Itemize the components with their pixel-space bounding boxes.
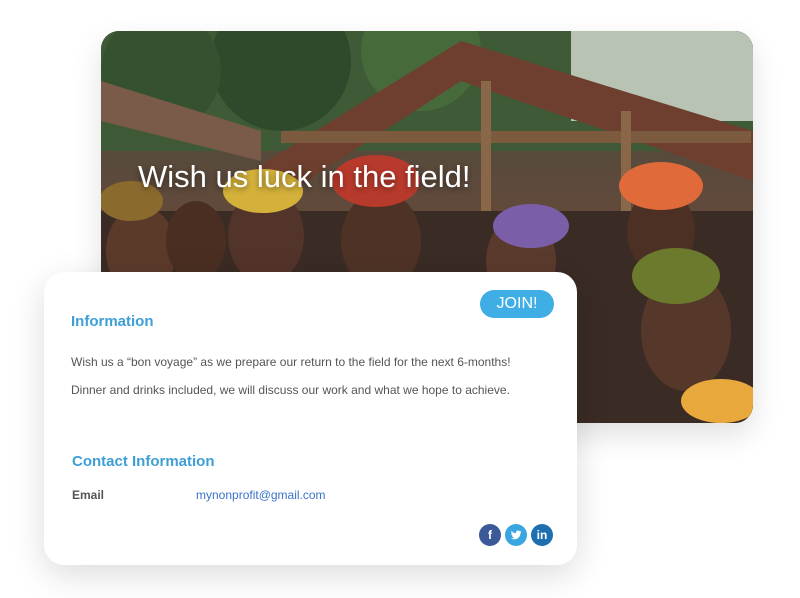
- contact-information-heading: Contact Information: [72, 453, 215, 470]
- twitter-bird-glyph: [510, 530, 522, 540]
- join-button[interactable]: JOIN!: [480, 290, 554, 318]
- linkedin-icon[interactable]: in: [531, 524, 553, 546]
- facebook-icon[interactable]: f: [479, 524, 501, 546]
- email-link[interactable]: mynonprofit@gmail.com: [196, 488, 326, 502]
- info-text-line: Wish us a “bon voyage” as we prepare our…: [71, 355, 511, 369]
- hero-title: Wish us luck in the field!: [138, 159, 471, 194]
- email-label: Email: [72, 488, 105, 502]
- twitter-icon[interactable]: [505, 524, 527, 546]
- event-card: JOIN! Information Wish us a “bon voyage”…: [44, 272, 577, 565]
- info-text-line: Dinner and drinks included, we will disc…: [71, 383, 510, 397]
- information-heading: Information: [71, 313, 154, 330]
